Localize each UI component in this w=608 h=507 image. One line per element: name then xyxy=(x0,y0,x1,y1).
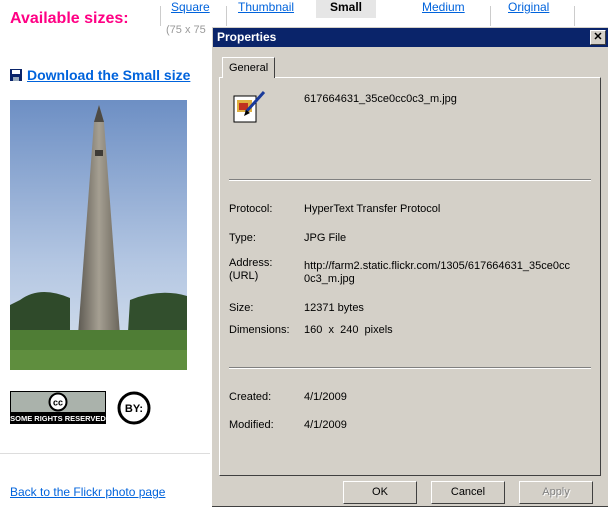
cc-symbol-text: cc xyxy=(53,398,63,408)
size-separator xyxy=(160,6,161,26)
back-to-photo-link[interactable]: Back to the Flickr photo page xyxy=(10,485,165,499)
type-label: Type: xyxy=(229,232,256,244)
address-value: http://farm2.static.flickr.com/1305/6176… xyxy=(304,260,570,285)
size-link-medium[interactable]: Medium xyxy=(422,0,465,14)
created-label: Created: xyxy=(229,391,272,403)
properties-dialog: Properties ✕ General 617664631_35ce0cc0c… xyxy=(211,26,608,507)
square-dimensions: (75 x 75 xyxy=(166,24,206,36)
size-label: Size: xyxy=(229,302,254,314)
dialog-title: Properties xyxy=(217,30,277,44)
cc-license-badge[interactable]: cc SOME RIGHTS RESERVED xyxy=(10,391,106,424)
download-link-text[interactable]: Download the Small size xyxy=(27,67,190,83)
size-separator xyxy=(226,6,227,26)
divider xyxy=(229,367,591,369)
size-tab-small[interactable]: Small xyxy=(316,0,377,18)
file-name: 617664631_35ce0cc0c3_m.jpg xyxy=(304,93,457,105)
size-link-square[interactable]: Square xyxy=(171,0,210,14)
divider xyxy=(229,179,591,181)
dimensions-label: Dimensions: xyxy=(229,324,290,336)
dimensions-value: 160 x 240 pixels xyxy=(304,324,393,336)
back-link-prefix[interactable]: Back xyxy=(10,485,37,499)
cancel-button[interactable]: Cancel xyxy=(431,481,505,504)
address-label-line2: (URL) xyxy=(229,270,259,282)
tab-general[interactable]: General xyxy=(222,57,276,78)
protocol-label: Protocol: xyxy=(229,203,273,215)
available-sizes-label: Available sizes: xyxy=(10,10,129,27)
by-attribution-badge[interactable]: BY: xyxy=(117,391,151,425)
modified-value: 4/1/2009 xyxy=(304,419,347,431)
page-divider xyxy=(0,453,210,454)
apply-button: Apply xyxy=(519,481,593,504)
ok-button[interactable]: OK xyxy=(343,481,417,504)
by-badge-text: BY: xyxy=(125,403,143,415)
close-icon[interactable]: ✕ xyxy=(590,30,606,45)
address-label: Address: (URL) xyxy=(229,257,272,283)
floppy-disk-icon xyxy=(10,69,22,81)
type-value: JPG File xyxy=(304,232,347,244)
image-file-icon xyxy=(233,90,266,123)
cc-badge-text: SOME RIGHTS RESERVED xyxy=(10,414,106,423)
back-link-rest[interactable]: to the Flickr photo page xyxy=(37,485,165,499)
size-value: 12371 bytes xyxy=(304,302,364,314)
modified-label: Modified: xyxy=(229,419,274,431)
download-small-link[interactable]: Download the Small size xyxy=(10,67,190,83)
size-separator xyxy=(490,6,491,26)
size-separator xyxy=(574,6,575,26)
created-value: 4/1/2009 xyxy=(304,391,347,403)
monument-photo xyxy=(10,100,187,370)
protocol-value: HyperText Transfer Protocol xyxy=(304,203,441,215)
address-label-line1: Address: xyxy=(229,257,273,269)
size-link-thumbnail[interactable]: Thumbnail xyxy=(238,0,294,14)
dialog-titlebar[interactable]: Properties ✕ xyxy=(213,28,608,47)
size-link-original[interactable]: Original xyxy=(508,0,549,14)
